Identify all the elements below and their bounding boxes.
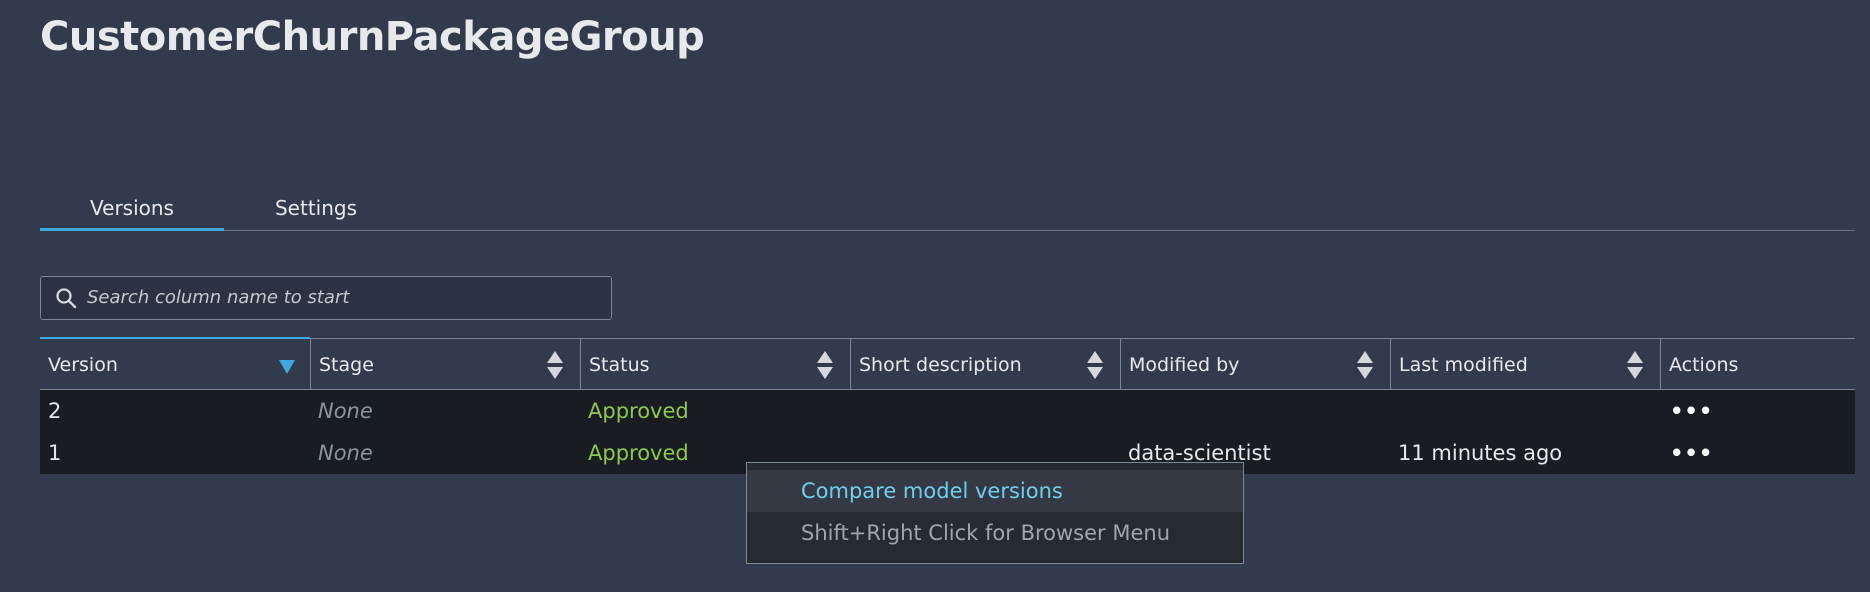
column-header-label: Short description bbox=[859, 354, 1022, 376]
context-menu: Compare model versions Shift+Right Click… bbox=[746, 462, 1244, 564]
search-input[interactable] bbox=[87, 277, 597, 318]
cell-stage: None bbox=[318, 441, 373, 465]
more-horizontal-icon[interactable]: ••• bbox=[1662, 432, 1722, 474]
column-header-label: Stage bbox=[319, 354, 374, 376]
table-row[interactable]: 2 None Approved ••• bbox=[40, 390, 1855, 432]
search-box bbox=[40, 276, 612, 320]
column-header-label: Version bbox=[48, 354, 118, 376]
search-icon bbox=[56, 288, 77, 309]
cell-modified-by bbox=[1120, 390, 1390, 432]
tab-versions[interactable]: Versions bbox=[40, 186, 224, 231]
column-header-label: Modified by bbox=[1129, 354, 1240, 376]
page-title: CustomerChurnPackageGroup bbox=[40, 14, 705, 60]
sort-icon bbox=[817, 351, 833, 379]
sort-icon bbox=[1087, 351, 1103, 379]
cell-version: 1 bbox=[48, 441, 62, 465]
column-header-status[interactable]: Status bbox=[580, 339, 850, 389]
table-header: Version Stage Status Short description M… bbox=[40, 337, 1855, 390]
column-header-label: Last modified bbox=[1399, 354, 1528, 376]
more-horizontal-icon[interactable]: ••• bbox=[1662, 390, 1722, 432]
column-header-short-description[interactable]: Short description bbox=[850, 339, 1120, 389]
column-header-version[interactable]: Version bbox=[40, 337, 310, 389]
page: CustomerChurnPackageGroup Versions Setti… bbox=[0, 0, 1870, 592]
cell-last-modified bbox=[1390, 390, 1660, 432]
column-header-label: Actions bbox=[1669, 354, 1739, 376]
sort-icon bbox=[547, 351, 563, 379]
column-header-stage[interactable]: Stage bbox=[310, 339, 580, 389]
sort-icon bbox=[1357, 351, 1373, 379]
cell-last-modified: 11 minutes ago bbox=[1398, 441, 1563, 465]
column-header-actions: Actions bbox=[1660, 339, 1855, 389]
cell-stage: None bbox=[318, 399, 373, 423]
menu-item-compare-model-versions[interactable]: Compare model versions bbox=[747, 470, 1243, 512]
tab-settings[interactable]: Settings bbox=[224, 186, 408, 230]
cell-status: Approved bbox=[588, 399, 689, 423]
cell-short-description bbox=[850, 390, 1120, 432]
column-header-modified-by[interactable]: Modified by bbox=[1120, 339, 1390, 389]
cell-version: 2 bbox=[48, 399, 62, 423]
versions-table: Version Stage Status Short description M… bbox=[40, 337, 1855, 474]
sort-descending-icon bbox=[279, 360, 295, 374]
column-header-label: Status bbox=[589, 354, 650, 376]
column-header-last-modified[interactable]: Last modified bbox=[1390, 339, 1660, 389]
menu-item-browser-menu-hint: Shift+Right Click for Browser Menu bbox=[801, 521, 1170, 545]
tab-bar: Versions Settings bbox=[40, 186, 1855, 231]
sort-icon bbox=[1627, 351, 1643, 379]
